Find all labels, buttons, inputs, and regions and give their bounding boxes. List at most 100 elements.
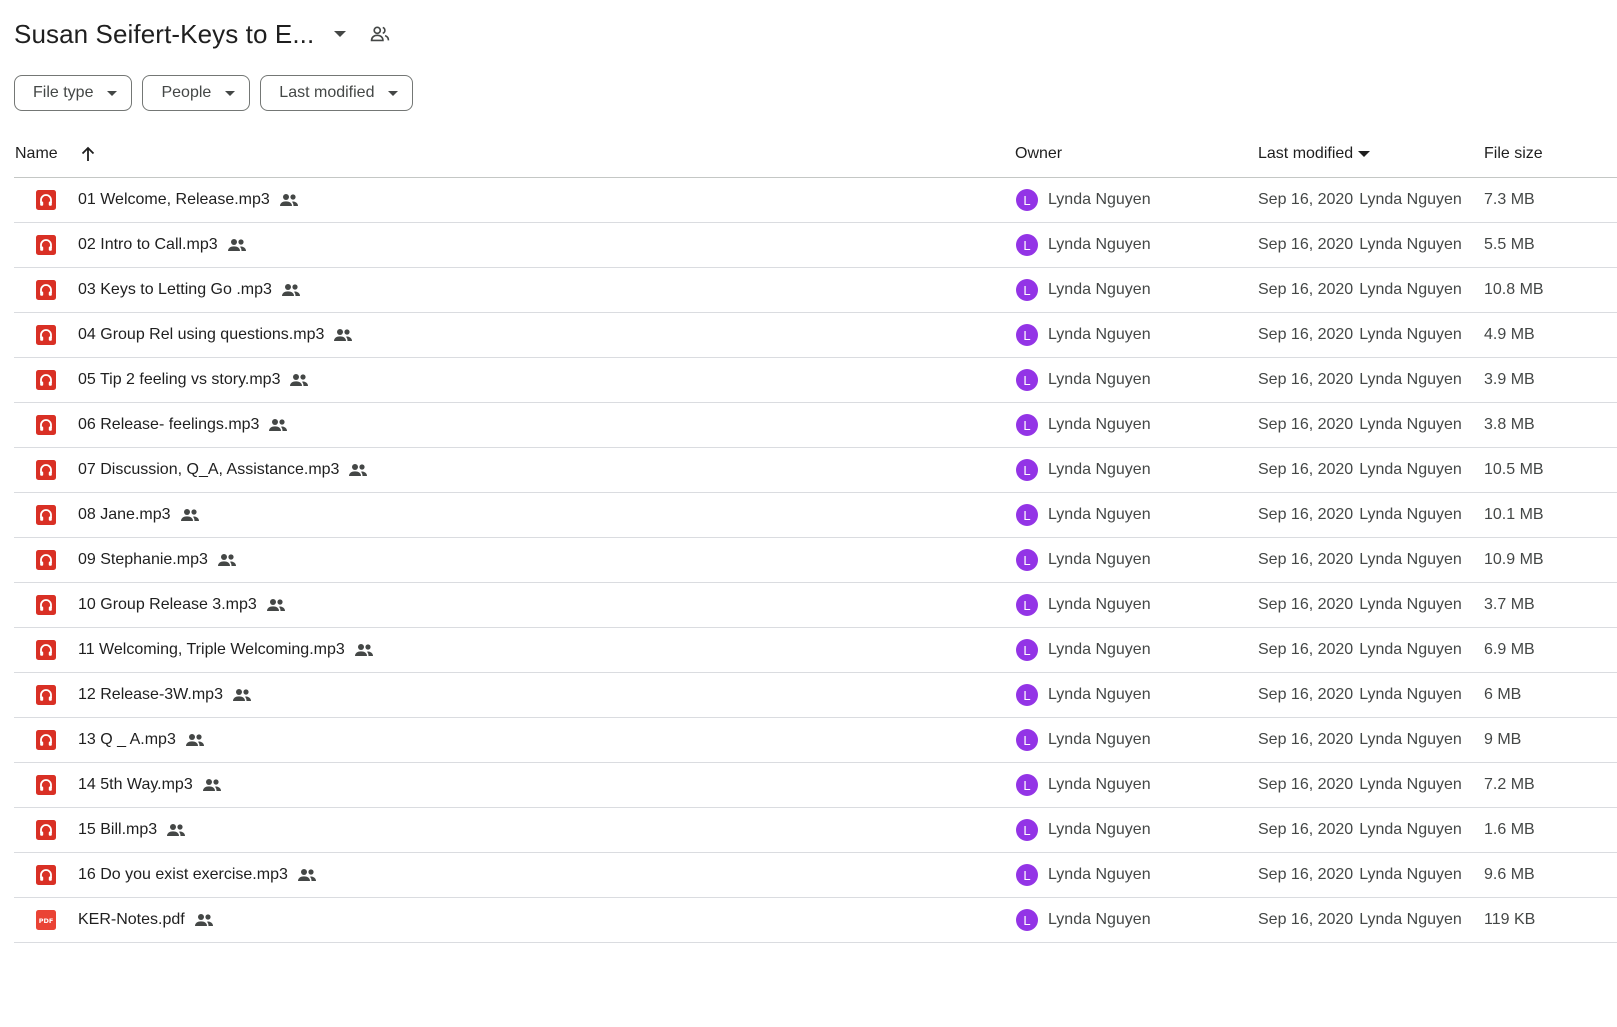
- arrow-upward-icon[interactable]: [80, 146, 96, 162]
- owner-cell: L Lynda Nguyen: [1015, 324, 1258, 346]
- file-name[interactable]: 15 Bill.mp3: [78, 821, 157, 839]
- avatar: L: [1016, 369, 1038, 391]
- file-name[interactable]: 11 Welcoming, Triple Welcoming.mp3: [78, 641, 345, 659]
- table-row[interactable]: 02 Intro to Call.mp3 L Lynda Nguyen Sep 16,…: [14, 223, 1617, 268]
- column-header-name[interactable]: Name: [14, 145, 1015, 163]
- table-row[interactable]: 13 Q _ A.mp3 L Lynda Nguyen Sep 16, 2020 Lyn…: [14, 718, 1617, 763]
- shared-icon: [297, 868, 317, 882]
- table-row[interactable]: PDF KER-Notes.pdf L Lynda Nguyen Sep 16, 202…: [14, 898, 1617, 943]
- file-name[interactable]: 14 5th Way.mp3: [78, 776, 193, 794]
- filter-file-type[interactable]: File type: [14, 75, 133, 111]
- table-row[interactable]: 12 Release-3W.mp3 L Lynda Nguyen Sep 16, 20…: [14, 673, 1617, 718]
- arrow-drop-down-icon[interactable]: [1357, 150, 1371, 158]
- modified-by: Lynda Nguyen: [1359, 506, 1462, 523]
- column-label: Name: [15, 145, 58, 162]
- shared-people-icon[interactable]: [362, 16, 398, 52]
- folder-title[interactable]: Susan Seifert-Keys to E...: [14, 19, 314, 50]
- name-cell: 02 Intro to Call.mp3: [14, 235, 1015, 255]
- file-name[interactable]: 05 Tip 2 feeling vs story.mp3: [78, 371, 280, 389]
- owner-cell: L Lynda Nguyen: [1015, 684, 1258, 706]
- file-size-cell: 7.2 MB: [1484, 776, 1617, 794]
- column-label: Owner: [1015, 145, 1063, 162]
- modified-date: Sep 16, 2020: [1258, 866, 1354, 883]
- owner-name: Lynda Nguyen: [1048, 551, 1151, 568]
- file-name[interactable]: 07 Discussion, Q_A, Assistance.mp3: [78, 461, 339, 479]
- file-name[interactable]: 16 Do you exist exercise.mp3: [78, 866, 288, 884]
- table-row[interactable]: 09 Stephanie.mp3 L Lynda Nguyen Sep 16, 202…: [14, 538, 1617, 583]
- file-name[interactable]: 06 Release- feelings.mp3: [78, 416, 259, 434]
- file-name[interactable]: 04 Group Rel using questions.mp3: [78, 326, 324, 344]
- column-header-owner[interactable]: Owner: [1015, 145, 1258, 163]
- file-size-cell: 3.8 MB: [1484, 416, 1617, 434]
- table-row[interactable]: 01 Welcome, Release.mp3 L Lynda Nguyen Sep …: [14, 178, 1617, 223]
- file-name[interactable]: 09 Stephanie.mp3: [78, 551, 208, 569]
- owner-cell: L Lynda Nguyen: [1015, 819, 1258, 841]
- shared-icon: [268, 418, 288, 432]
- file-name[interactable]: 08 Jane.mp3: [78, 506, 171, 524]
- file-name[interactable]: 03 Keys to Letting Go .mp3: [78, 281, 272, 299]
- avatar: L: [1016, 459, 1038, 481]
- name-cell: 12 Release-3W.mp3: [14, 685, 1015, 705]
- table-row[interactable]: 15 Bill.mp3 L Lynda Nguyen Sep 16, 2020 Lynd…: [14, 808, 1617, 853]
- owner-name: Lynda Nguyen: [1048, 281, 1151, 298]
- last-modified-cell: Sep 16, 2020 Lynda Nguyen: [1258, 731, 1484, 749]
- column-header-last-modified[interactable]: Last modified: [1258, 145, 1484, 163]
- table-row[interactable]: 16 Do you exist exercise.mp3 L Lynda Nguye…: [14, 853, 1617, 898]
- audio-file-icon: [36, 280, 56, 300]
- name-cell: 09 Stephanie.mp3: [14, 550, 1015, 570]
- name-cell: 16 Do you exist exercise.mp3: [14, 865, 1015, 885]
- owner-cell: L Lynda Nguyen: [1015, 774, 1258, 796]
- file-size: 7.3 MB: [1484, 191, 1535, 208]
- last-modified-cell: Sep 16, 2020 Lynda Nguyen: [1258, 686, 1484, 704]
- filter-label: Last modified: [279, 84, 375, 101]
- modified-date: Sep 16, 2020: [1258, 326, 1354, 343]
- file-size: 9 MB: [1484, 731, 1522, 748]
- avatar: L: [1016, 774, 1038, 796]
- file-name[interactable]: 12 Release-3W.mp3: [78, 686, 223, 704]
- last-modified-cell: Sep 16, 2020 Lynda Nguyen: [1258, 911, 1484, 929]
- audio-file-icon: [36, 865, 56, 885]
- file-size: 6.9 MB: [1484, 641, 1535, 658]
- modified-date: Sep 16, 2020: [1258, 191, 1354, 208]
- owner-name: Lynda Nguyen: [1048, 416, 1151, 433]
- last-modified-cell: Sep 16, 2020 Lynda Nguyen: [1258, 776, 1484, 794]
- modified-by: Lynda Nguyen: [1359, 236, 1462, 253]
- modified-date: Sep 16, 2020: [1258, 461, 1354, 478]
- table-row[interactable]: 08 Jane.mp3 L Lynda Nguyen Sep 16, 2020 Lynd…: [14, 493, 1617, 538]
- modified-date: Sep 16, 2020: [1258, 911, 1354, 928]
- table-row[interactable]: 14 5th Way.mp3 L Lynda Nguyen Sep 16, 2020 L…: [14, 763, 1617, 808]
- name-cell: 13 Q _ A.mp3: [14, 730, 1015, 750]
- file-size: 9.6 MB: [1484, 866, 1535, 883]
- avatar: L: [1016, 819, 1038, 841]
- table-row[interactable]: 04 Group Rel using questions.mp3 L Lynda N…: [14, 313, 1617, 358]
- audio-file-icon: [36, 640, 56, 660]
- file-name[interactable]: KER-Notes.pdf: [78, 911, 185, 929]
- arrow-drop-down-icon[interactable]: [322, 16, 358, 52]
- file-name[interactable]: 13 Q _ A.mp3: [78, 731, 176, 749]
- column-label: File size: [1484, 145, 1543, 162]
- file-name[interactable]: 10 Group Release 3.mp3: [78, 596, 257, 614]
- last-modified-cell: Sep 16, 2020 Lynda Nguyen: [1258, 416, 1484, 434]
- file-name[interactable]: 02 Intro to Call.mp3: [78, 236, 218, 254]
- owner-cell: L Lynda Nguyen: [1015, 639, 1258, 661]
- table-row[interactable]: 11 Welcoming, Triple Welcoming.mp3 L Lynda…: [14, 628, 1617, 673]
- modified-date: Sep 16, 2020: [1258, 686, 1354, 703]
- owner-name: Lynda Nguyen: [1048, 731, 1151, 748]
- name-cell: 15 Bill.mp3: [14, 820, 1015, 840]
- filter-people[interactable]: People: [142, 75, 251, 111]
- name-cell: 08 Jane.mp3: [14, 505, 1015, 525]
- modified-date: Sep 16, 2020: [1258, 596, 1354, 613]
- modified-by: Lynda Nguyen: [1359, 821, 1462, 838]
- filter-last-modified[interactable]: Last modified: [260, 75, 414, 111]
- table-row[interactable]: 03 Keys to Letting Go .mp3 L Lynda Nguyen S…: [14, 268, 1617, 313]
- owner-cell: L Lynda Nguyen: [1015, 189, 1258, 211]
- table-row[interactable]: 10 Group Release 3.mp3 L Lynda Nguyen Sep 1…: [14, 583, 1617, 628]
- drive-folder-view: Susan Seifert-Keys to E... File type Peo…: [0, 0, 1617, 1027]
- table-body: 01 Welcome, Release.mp3 L Lynda Nguyen Sep …: [14, 178, 1617, 943]
- column-header-file-size[interactable]: File size: [1484, 145, 1617, 163]
- table-row[interactable]: 06 Release- feelings.mp3 L Lynda Nguyen Sep…: [14, 403, 1617, 448]
- table-row[interactable]: 05 Tip 2 feeling vs story.mp3 L Lynda Nguy…: [14, 358, 1617, 403]
- name-cell: PDF KER-Notes.pdf: [14, 910, 1015, 930]
- file-name[interactable]: 01 Welcome, Release.mp3: [78, 191, 270, 209]
- table-row[interactable]: 07 Discussion, Q_A, Assistance.mp3 L Lynda…: [14, 448, 1617, 493]
